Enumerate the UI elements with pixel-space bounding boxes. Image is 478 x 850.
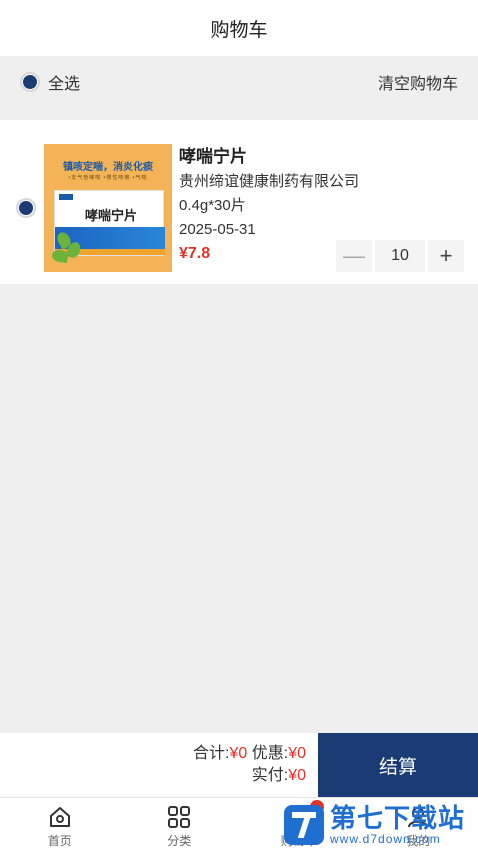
totals-row-2: 实付:¥0 xyxy=(252,765,306,787)
category-icon xyxy=(168,806,191,828)
product-price: ¥7.8 xyxy=(179,245,211,262)
product-image[interactable]: 镇咳定喘，消炎化痰 •支气管哮喘 •慢性咳嗽 •气喘 哮喘宁片 xyxy=(44,144,172,272)
product-image-tagline: 镇咳定喘，消炎化痰 xyxy=(63,162,153,173)
totals: 合计:¥0 优惠:¥0 实付:¥0 xyxy=(0,733,318,797)
page-title: 购物车 xyxy=(210,19,268,41)
tab-home[interactable]: 首页 xyxy=(0,798,120,850)
radio-dot xyxy=(19,201,33,215)
product-date: 2025-05-31 xyxy=(179,221,256,238)
tab-category-label: 分类 xyxy=(167,834,192,848)
total-label: 合计: xyxy=(193,745,230,762)
product-manufacturer: 贵州缔谊健康制药有限公司 xyxy=(179,173,360,190)
clear-cart-button[interactable]: 清空购物车 xyxy=(378,70,458,94)
total-value: ¥0 xyxy=(229,745,248,762)
decrease-button[interactable]: — xyxy=(336,240,372,272)
tab-category[interactable]: 分类 xyxy=(120,798,240,850)
radio-dot xyxy=(23,75,37,89)
product-box-name: 哮喘宁片 xyxy=(85,208,138,223)
select-all-toggle[interactable]: 全选 xyxy=(20,70,80,94)
product-image-subtags: •支气管哮喘 •慢性咳嗽 •气喘 xyxy=(68,175,148,181)
product-spec: 0.4g*30片 xyxy=(179,197,246,214)
checkout-footer: 合计:¥0 优惠:¥0 实付:¥0 结算 xyxy=(0,733,478,797)
select-all-radio[interactable] xyxy=(20,72,40,92)
totals-row-1: 合计:¥0 优惠:¥0 xyxy=(193,743,306,765)
tab-home-label: 首页 xyxy=(47,834,72,848)
select-all-label: 全选 xyxy=(48,76,81,93)
discount-label: 优惠: xyxy=(251,745,289,762)
increase-button[interactable]: + xyxy=(428,240,464,272)
product-name[interactable]: 哮喘宁片 xyxy=(179,146,359,168)
watermark: 第七下载站 www.d7down.com xyxy=(284,800,478,850)
brand-logo-icon xyxy=(59,194,73,200)
watermark-logo-icon xyxy=(284,805,324,845)
watermark-url: www.d7down.com xyxy=(330,832,441,846)
paid-value: ¥0 xyxy=(288,767,306,784)
cart-item: 镇咳定喘，消炎化痰 •支气管哮喘 •慢性咳嗽 •气喘 哮喘宁片 哮喘宁片 贵州缔… xyxy=(0,120,478,284)
watermark-name: 第七下载站 xyxy=(330,803,466,833)
discount-value: ¥0 xyxy=(288,745,306,762)
watermark-text: 第七下载站 www.d7down.com xyxy=(330,804,465,846)
checkout-button[interactable]: 结算 xyxy=(318,733,478,797)
quantity-stepper: — 10 + xyxy=(336,240,464,272)
home-icon xyxy=(49,807,70,827)
quantity-value[interactable]: 10 xyxy=(375,240,425,272)
page-header: 购物车 xyxy=(0,0,478,56)
select-bar: 全选 清空购物车 xyxy=(0,56,478,108)
product-info: 哮喘宁片 贵州缔谊健康制药有限公司 0.4g*30片 2025-05-31 ¥7… xyxy=(179,146,359,264)
paid-label: 实付: xyxy=(251,767,289,784)
item-select-radio[interactable] xyxy=(16,198,36,218)
